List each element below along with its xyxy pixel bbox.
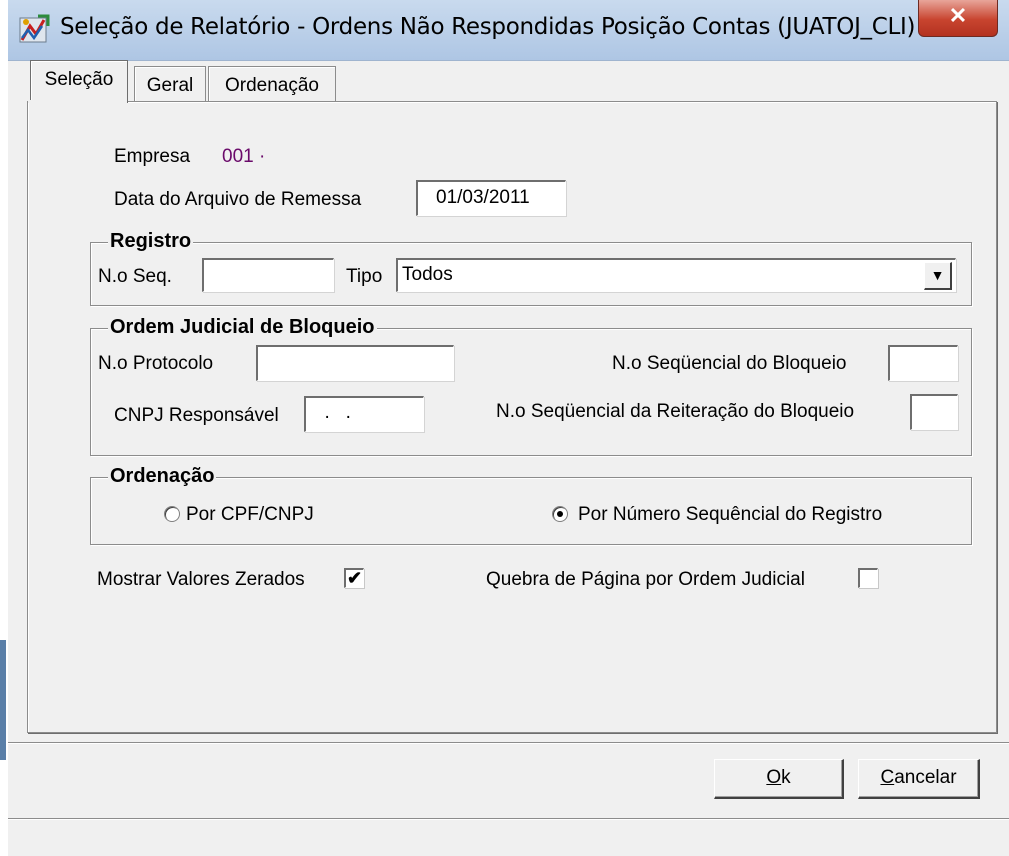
report-app-icon (19, 14, 50, 43)
radio-por-cpf[interactable]: Por CPF/CNPJ (164, 502, 424, 528)
ordem-judicial-legend: Ordem Judicial de Bloqueio (108, 316, 377, 339)
radio-cpf-label: Por CPF/CNPJ (186, 504, 314, 525)
cnpj-label: CNPJ Responsável (114, 405, 279, 426)
tipo-select-value: Todos (402, 264, 453, 285)
close-button[interactable]: ✕ (918, 0, 998, 37)
tipo-select[interactable]: Todos (396, 258, 956, 292)
chevron-down-icon: ▼ (930, 267, 945, 283)
seq-label: N.o Seq. (98, 266, 172, 287)
button-bar-separator (8, 742, 1009, 744)
ordem-judicial-group (90, 328, 972, 456)
tipo-label: Tipo (346, 266, 383, 287)
seq-bloqueio-input[interactable] (888, 345, 958, 381)
registro-legend: Registro (108, 230, 194, 253)
protocolo-label: N.o Protocolo (98, 353, 214, 374)
seq-reiteracao-label: N.o Seqüencial da Reiteração do Bloqueio (496, 401, 855, 422)
quebra-checkbox[interactable] (858, 568, 878, 588)
empresa-label: Empresa (114, 146, 191, 167)
tab-geral[interactable]: Geral (134, 66, 206, 105)
seq-bloqueio-label: N.o Seqüencial do Bloqueio (612, 353, 847, 374)
active-tab-joint (28, 100, 126, 103)
status-separator (8, 818, 1009, 820)
window-title: Seleção de Relatório - Ordens Não Respon… (60, 14, 916, 40)
tab-ordenacao[interactable]: Ordenação (208, 66, 336, 105)
cnpj-input[interactable]: . . (304, 396, 424, 432)
radio-por-numero[interactable]: Por Número Sequêncial do Registro (552, 502, 932, 528)
tab-ordenacao-label: Ordenação (224, 75, 319, 96)
radio-selected-dot (557, 511, 563, 517)
zerados-checkbox[interactable]: ✔ (344, 568, 364, 588)
protocolo-input[interactable] (256, 345, 454, 381)
tab-geral-label: Geral (146, 75, 194, 96)
cancel-button[interactable]: Cancelar (858, 759, 980, 799)
tab-selecao[interactable]: Seleção (30, 60, 128, 103)
quebra-label: Quebra de Página por Ordem Judicial (486, 569, 805, 590)
radio-numero-label: Por Número Sequêncial do Registro (578, 504, 883, 525)
ok-button-label: Ok (766, 767, 791, 788)
seq-input[interactable] (202, 258, 334, 292)
ok-button[interactable]: Ok (714, 759, 844, 799)
radio-numero-circle[interactable] (552, 506, 568, 522)
checkmark-icon: ✔ (346, 568, 363, 588)
radio-cpf-circle[interactable] (164, 506, 180, 522)
seq-reiteracao-input[interactable] (910, 394, 958, 430)
remessa-date-field[interactable]: 01/03/2011 (416, 180, 566, 216)
tipo-dropdown-button[interactable]: ▼ (924, 262, 952, 290)
remessa-label: Data do Arquivo de Remessa (114, 189, 362, 210)
cancel-button-label: Cancelar (880, 767, 957, 788)
tab-selecao-label: Seleção (44, 69, 114, 90)
empresa-value: 001 · (222, 146, 266, 167)
close-icon: ✕ (948, 3, 968, 28)
background-window-edge (0, 640, 6, 760)
ordenacao-legend: Ordenação (108, 465, 217, 488)
zerados-label: Mostrar Valores Zerados (97, 569, 305, 590)
